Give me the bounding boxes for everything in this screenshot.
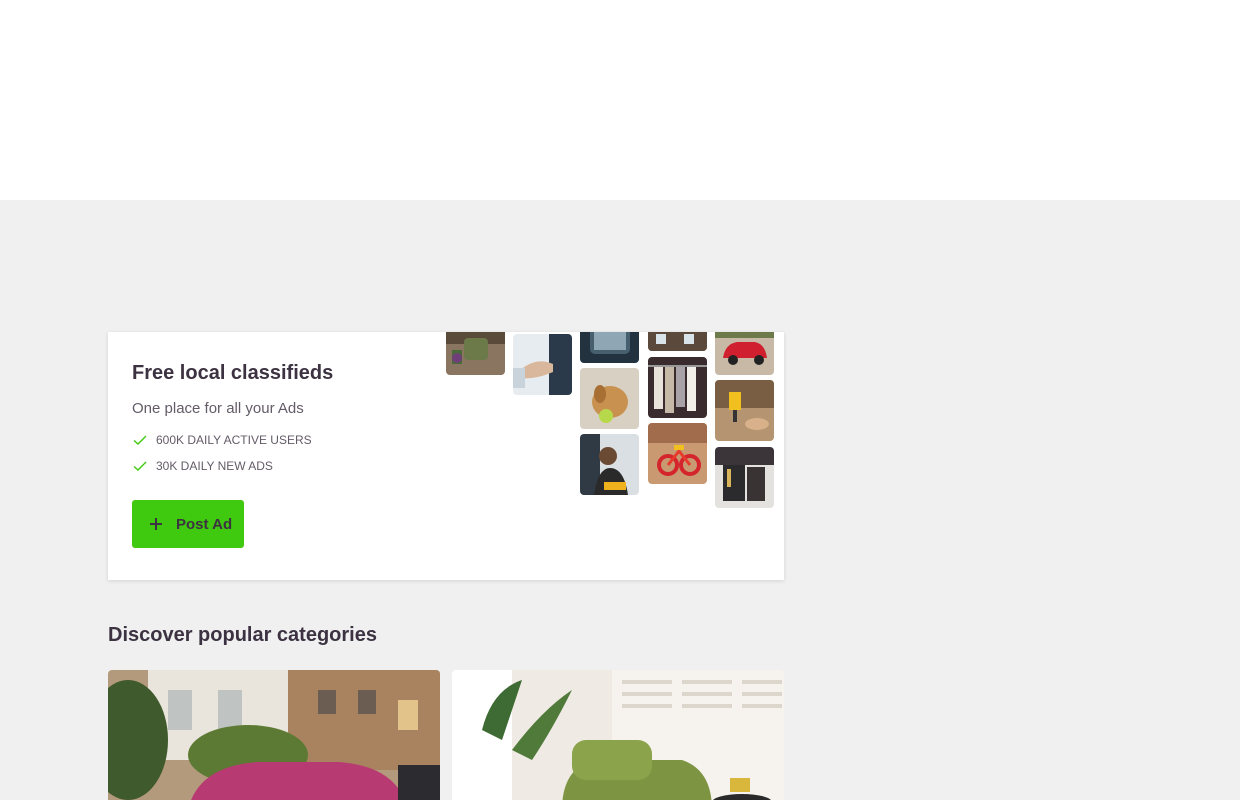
house-photo	[648, 332, 707, 351]
post-ad-label: Post Ad	[176, 515, 233, 533]
stat-label: 30K DAILY NEW ADS	[156, 459, 273, 473]
stat-active-users: 600K DAILY ACTIVE USERS	[132, 432, 312, 448]
drill-work-photo	[715, 380, 774, 441]
clothes-rack-photo	[648, 357, 707, 418]
plus-icon	[148, 516, 164, 532]
tradesperson-photo	[580, 434, 639, 495]
tool-belt-photo	[715, 447, 774, 508]
puppy-photo	[580, 368, 639, 429]
check-icon	[132, 458, 148, 474]
home-category-card[interactable]	[452, 670, 784, 800]
cars-category-card[interactable]	[108, 670, 440, 800]
popular-categories-heading: Discover popular categories	[108, 624, 377, 646]
hero-subtitle: One place for all your Ads	[132, 400, 304, 417]
red-car-photo	[715, 332, 774, 375]
stat-new-ads: 30K DAILY NEW ADS	[132, 458, 273, 474]
stat-label: 600K DAILY ACTIVE USERS	[156, 433, 312, 447]
phone-photo	[580, 332, 639, 363]
hero-card: Free local classifieds One place for all…	[108, 332, 784, 580]
check-icon	[132, 432, 148, 448]
handshake-photo	[513, 334, 572, 395]
living-room-photo	[452, 670, 784, 800]
kids-bike-photo	[648, 423, 707, 484]
armchair-photo	[446, 332, 505, 375]
street-car-photo	[108, 670, 440, 800]
post-ad-button[interactable]: Post Ad	[132, 500, 244, 548]
hero-title: Free local classifieds	[132, 362, 334, 384]
advert-banner-area	[0, 0, 1240, 200]
